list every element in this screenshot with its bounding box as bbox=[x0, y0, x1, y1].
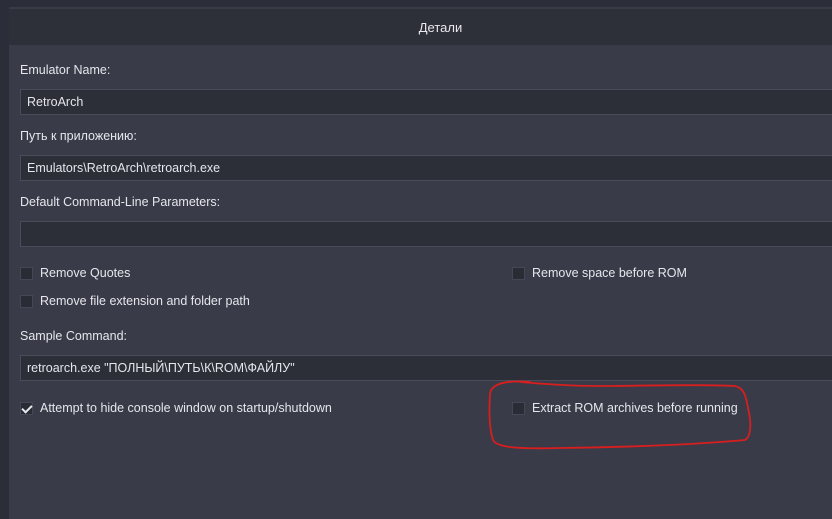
params-label: Default Command-Line Parameters: bbox=[20, 195, 221, 209]
extract-rom-checkbox[interactable] bbox=[512, 401, 525, 415]
remove-space-option[interactable]: Remove space before ROM bbox=[512, 266, 687, 280]
remove-space-label: Remove space before ROM bbox=[532, 266, 687, 280]
details-title: Детали bbox=[418, 19, 463, 35]
remove-quotes-option[interactable]: Remove Quotes bbox=[20, 266, 130, 280]
details-header: Детали bbox=[9, 9, 832, 45]
remove-ext-label: Remove file extension and folder path bbox=[40, 294, 250, 308]
remove-space-checkbox[interactable] bbox=[512, 266, 525, 280]
remove-ext-checkbox[interactable] bbox=[20, 294, 33, 308]
hide-console-option[interactable]: Attempt to hide console window on startu… bbox=[20, 401, 332, 415]
emulator-name-label: Emulator Name: bbox=[20, 63, 111, 77]
hide-console-label: Attempt to hide console window on startu… bbox=[40, 401, 332, 415]
emulator-name-field[interactable]: RetroArch bbox=[20, 89, 832, 115]
hide-console-checkbox[interactable] bbox=[20, 401, 33, 415]
sample-command-field: retroarch.exe "ПОЛНЫЙ\ПУТЬ\К\ROM\ФАЙЛУ" bbox=[20, 355, 832, 381]
sample-command-label: Sample Command: bbox=[20, 329, 127, 343]
remove-ext-option[interactable]: Remove file extension and folder path bbox=[20, 294, 250, 308]
extract-rom-label: Extract ROM archives before running bbox=[532, 401, 738, 415]
details-panel: Детали Emulator Name: RetroArch Путь к п… bbox=[9, 7, 832, 519]
remove-quotes-checkbox[interactable] bbox=[20, 266, 33, 280]
params-field[interactable] bbox=[20, 221, 832, 247]
extract-rom-option[interactable]: Extract ROM archives before running bbox=[512, 401, 738, 415]
app-path-field[interactable]: Emulators\RetroArch\retroarch.exe bbox=[20, 155, 832, 181]
app-path-label: Путь к приложению: bbox=[20, 129, 137, 143]
remove-quotes-label: Remove Quotes bbox=[40, 266, 131, 280]
